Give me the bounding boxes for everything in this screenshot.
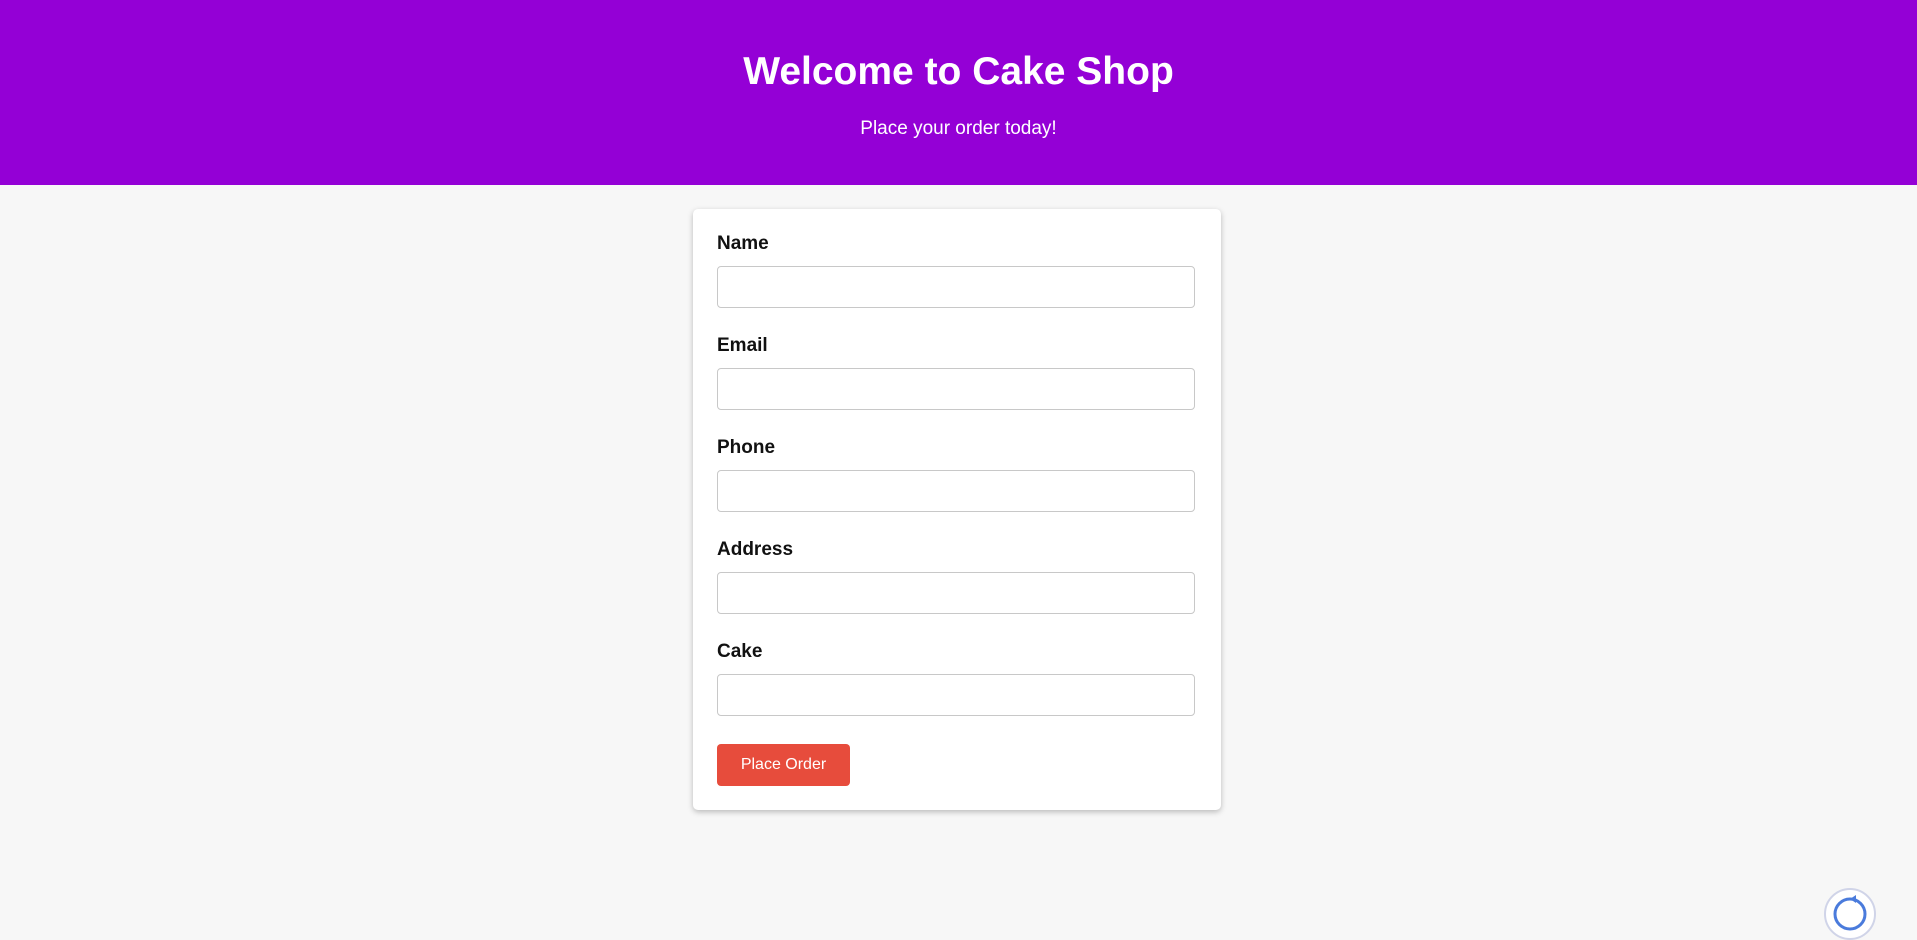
phone-label: Phone	[717, 437, 776, 458]
address-label: Address	[717, 539, 794, 560]
name-label: Name	[717, 233, 769, 254]
recaptcha-icon	[1833, 895, 1867, 931]
address-field[interactable]	[717, 572, 1195, 614]
cake-field[interactable]	[717, 674, 1195, 716]
phone-field[interactable]	[717, 470, 1195, 512]
name-field[interactable]	[717, 266, 1195, 308]
email-field[interactable]	[717, 368, 1195, 410]
page-subtitle: Place your order today!	[860, 118, 1057, 139]
email-label: Email	[717, 335, 768, 356]
place-order-button[interactable]: Place Order	[717, 744, 850, 786]
page-header: Welcome to Cake Shop Place your order to…	[0, 0, 1917, 185]
order-form: Name Email Phone Address Cake Place Orde…	[693, 209, 1221, 810]
page-title: Welcome to Cake Shop	[743, 50, 1174, 93]
recaptcha-widget[interactable]	[1824, 888, 1876, 940]
cake-label: Cake	[717, 641, 763, 662]
